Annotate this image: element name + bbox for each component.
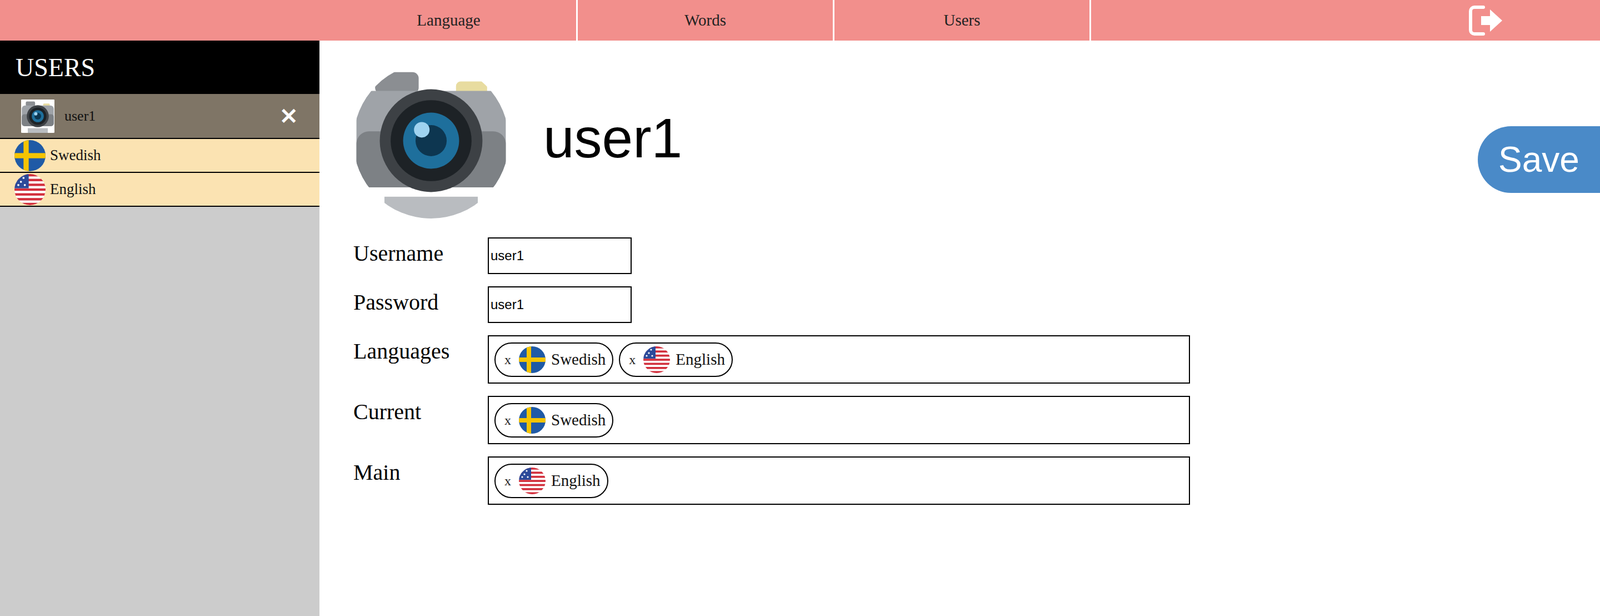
avatar-camera-icon [353,62,509,219]
remove-tag-button[interactable]: x [504,349,512,370]
language-tag: xSwedish [494,402,614,438]
remove-user-button[interactable]: ✕ [279,105,299,128]
body: USERSuser1✕SwedishEnglishuser1SaveUserna… [0,40,1600,616]
nav-tab[interactable]: Words [577,0,835,41]
sweden-flag-icon [518,346,546,373]
form-row: Username [353,237,1600,274]
form-row: Password [353,286,1600,323]
remove-tag-button[interactable]: x [504,410,512,430]
top-bar-spacer [0,0,322,41]
tag-input[interactable]: xEnglish [487,456,1190,505]
user-language-item[interactable]: English [0,172,320,207]
form-row: MainxEnglish [353,456,1600,505]
language-tag: xSwedish [494,342,614,377]
nav-tab[interactable]: Language [321,0,578,41]
user-language-item[interactable]: Swedish [0,138,320,173]
form-row: CurrentxSwedish [353,395,1600,444]
remove-tag-button[interactable]: x [504,470,512,491]
form-row: LanguagesxSwedishxEnglish [353,335,1600,384]
text-input[interactable] [487,237,632,274]
nav-tab[interactable]: Users [834,0,1092,41]
profile-header: user1Save [353,62,1600,219]
camera-icon [16,99,59,133]
profile-name: user1 [543,107,1478,169]
usa-flag-icon [14,173,46,205]
user-form: Username Password LanguagesxSwedishxEnglis… [353,237,1600,505]
sweden-flag-icon [518,406,546,434]
top-bar-right [1091,0,1600,41]
usa-flag-icon [518,467,546,494]
top-bar: LanguageWordsUsers [0,0,1600,41]
remove-tag-button[interactable]: x [628,349,636,370]
text-input[interactable] [487,286,632,323]
language-tag: xEnglish [494,463,609,498]
logout-icon[interactable] [1468,5,1505,37]
language-tag: xEnglish [618,342,733,377]
usa-flag-icon [643,346,670,373]
user-item[interactable]: user1✕ [0,93,320,139]
user-editor: user1Save Username Password LanguagesxSwedi… [319,40,1600,616]
tag-input[interactable]: xSwedish [487,395,1190,444]
sidebar-header: USERS [0,40,320,94]
sweden-flag-icon [14,140,46,172]
tag-input[interactable]: xSwedishxEnglish [487,335,1190,384]
sidebar: USERSuser1✕SwedishEnglish [0,40,320,616]
save-button[interactable]: Save [1477,126,1600,193]
